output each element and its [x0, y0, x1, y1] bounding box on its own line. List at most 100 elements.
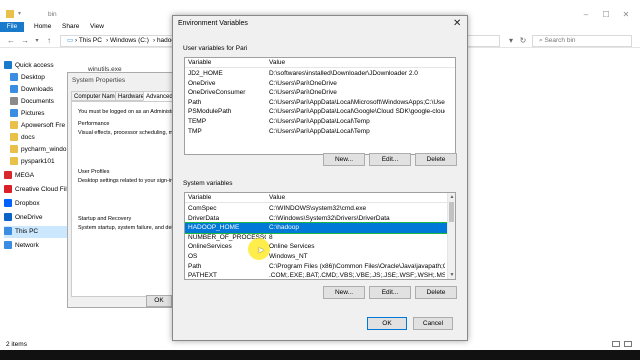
system-edit-button[interactable]: Edit...: [369, 286, 411, 299]
list-header: Variable Value: [185, 193, 455, 203]
recent-locations-icon[interactable]: ▾: [32, 36, 42, 46]
close-icon[interactable]: ✕: [618, 10, 634, 20]
tab-computer-name[interactable]: Computer Name: [71, 91, 122, 101]
ok-button[interactable]: OK: [146, 295, 172, 307]
sidebar-item[interactable]: Documents: [10, 96, 74, 108]
up-arrow-icon[interactable]: ↑: [44, 36, 54, 46]
folder-icon: [10, 133, 18, 142]
table-row[interactable]: PATHEXT .COM;.EXE;.BAT;.CMD;.VBS;.VBE;.JS…: [185, 271, 455, 280]
sidebar-item-label: docs: [21, 134, 35, 141]
variable-value: C:\Users\Pari\OneDrive: [269, 89, 337, 97]
sidebar-item-label: Apowersoft Fre: [21, 122, 66, 129]
table-row[interactable]: ComSpec C:\WINDOWS\system32\cmd.exe: [185, 204, 455, 214]
table-row[interactable]: TEMP C:\Users\Pari\AppData\Local\Temp: [185, 117, 455, 127]
variable-name: Path: [188, 262, 202, 270]
tab-view[interactable]: View: [84, 22, 110, 32]
ok-button[interactable]: OK: [367, 317, 407, 330]
large-icons-view-icon[interactable]: [624, 341, 632, 347]
maximize-icon[interactable]: ☐: [598, 10, 614, 20]
user-new-button[interactable]: New...: [323, 153, 365, 166]
table-row[interactable]: DriverData C:\Windows\System32\Drivers\Dr…: [185, 214, 455, 224]
table-row[interactable]: HADOOP_HOME C:\hadoop: [185, 222, 455, 234]
search-input[interactable]: ⌕ Search bin: [532, 35, 632, 47]
table-row[interactable]: Path C:\Users\Pari\AppData\Local\Microsof…: [185, 98, 455, 108]
pictures-icon: [10, 109, 18, 118]
user-delete-button[interactable]: Delete: [415, 153, 457, 166]
sidebar-item[interactable]: Dropbox: [4, 198, 68, 210]
column-header-value[interactable]: Value: [269, 194, 285, 201]
vertical-scrollbar[interactable]: ▲ ▼: [447, 193, 455, 279]
user-edit-button[interactable]: Edit...: [369, 153, 411, 166]
search-icon: ⌕: [539, 37, 543, 44]
sidebar-item[interactable]: pyspark101: [10, 156, 74, 168]
system-new-button[interactable]: New...: [323, 286, 365, 299]
variable-value: .COM;.EXE;.BAT;.CMD;.VBS;.VBE;.JS;.JSE;.…: [269, 272, 445, 280]
tab-home[interactable]: Home: [28, 22, 57, 32]
system-variables-list[interactable]: Variable Value ComSpec C:\WINDOWS\system3…: [184, 192, 456, 280]
scroll-thumb[interactable]: [449, 202, 454, 222]
button-label: Cancel: [422, 320, 444, 327]
sidebar-item[interactable]: OneDrive: [4, 212, 68, 224]
variable-name: HADOOP_HOME: [188, 224, 240, 232]
variable-value: C:\WINDOWS\system32\cmd.exe: [269, 205, 367, 212]
variable-value: C:\Users\Pari\OneDrive: [269, 79, 337, 87]
close-icon[interactable]: ✕: [453, 18, 461, 29]
sidebar-item[interactable]: Apowersoft Fre: [10, 120, 74, 132]
startup-recovery-heading: Startup and Recovery: [78, 216, 132, 222]
variable-value: C:\Users\Pari\AppData\Local\Google\Cloud…: [269, 108, 445, 116]
table-row[interactable]: JD2_HOME D:\softwares\installed\Downloade…: [185, 69, 455, 79]
mouse-pointer-icon: ➤: [257, 245, 265, 255]
scroll-down-icon[interactable]: ▼: [448, 271, 455, 279]
tab-share[interactable]: Share: [56, 22, 85, 32]
variable-name: OneDrive: [188, 79, 216, 87]
sidebar-item[interactable]: This PC: [4, 226, 68, 238]
scroll-up-icon[interactable]: ▲: [448, 193, 455, 201]
sidebar-item-label: MEGA: [15, 172, 35, 179]
user-variables-label: User variables for Pari: [183, 45, 248, 52]
sidebar-item[interactable]: docs: [10, 132, 74, 144]
button-label: New...: [334, 156, 354, 163]
forward-arrow-icon[interactable]: →: [20, 36, 30, 46]
sidebar-item[interactable]: pycharm_windo: [10, 144, 74, 156]
sidebar-item[interactable]: Downloads: [10, 84, 74, 96]
table-row[interactable]: TMP C:\Users\Pari\AppData\Local\Temp: [185, 127, 455, 137]
breadcrumb-this-pc[interactable]: This PC: [79, 37, 102, 44]
table-row[interactable]: OnlineServices Online Services: [185, 242, 455, 252]
sidebar-item[interactable]: Pictures: [10, 108, 74, 120]
table-row[interactable]: Path C:\Program Files (x86)\Common Files\…: [185, 262, 455, 272]
sidebar-item[interactable]: Quick access: [4, 60, 68, 72]
user-variables-list[interactable]: Variable Value JD2_HOME D:\softwares\inst…: [184, 57, 456, 155]
variable-value: D:\softwares\installed\Downloader\JDownl…: [269, 70, 418, 77]
mega-icon: [4, 171, 12, 180]
breadcrumb-windows-c[interactable]: Windows (C:): [110, 37, 149, 44]
sidebar-item[interactable]: Creative Cloud Fil: [4, 184, 68, 196]
details-view-icon[interactable]: [612, 341, 620, 347]
tab-advanced[interactable]: Advanced: [143, 91, 176, 101]
back-arrow-icon[interactable]: ←: [6, 36, 16, 46]
column-header-variable[interactable]: Variable: [188, 59, 211, 66]
table-row[interactable]: OS Windows_NT: [185, 252, 455, 262]
search-placeholder: Search bin: [544, 37, 576, 44]
tab-file[interactable]: File: [0, 22, 24, 32]
column-header-variable[interactable]: Variable: [188, 194, 211, 201]
dialog-title: Environment Variables: [178, 20, 248, 27]
table-row[interactable]: NUMBER_OF_PROCESSORS8: [185, 233, 455, 243]
variable-value: C:\Users\Pari\AppData\Local\Temp: [269, 118, 370, 125]
cancel-button[interactable]: Cancel: [413, 317, 453, 330]
onedrive-icon: [4, 213, 12, 222]
sidebar-item[interactable]: Network: [4, 240, 68, 252]
quick-access-toolbar-icon[interactable]: ▾: [18, 10, 21, 17]
table-row[interactable]: OneDriveConsumer C:\Users\Pari\OneDrive: [185, 88, 455, 98]
folder-icon: [10, 145, 18, 154]
refresh-icon[interactable]: ↻: [518, 36, 528, 46]
table-row[interactable]: PSModulePath C:\Users\Pari\AppData\Local\…: [185, 107, 455, 117]
address-dropdown-icon[interactable]: ▾: [506, 36, 516, 46]
system-delete-button[interactable]: Delete: [415, 286, 457, 299]
sidebar-item[interactable]: MEGA: [4, 170, 68, 182]
startup-recovery-description: System startup, system failure, and deb: [78, 225, 175, 231]
minimize-icon[interactable]: –: [578, 10, 594, 20]
column-header-value[interactable]: Value: [269, 59, 285, 66]
table-row[interactable]: OneDrive C:\Users\Pari\OneDrive: [185, 79, 455, 89]
desktop-icon: [10, 73, 18, 82]
sidebar-item[interactable]: Desktop: [10, 72, 74, 84]
